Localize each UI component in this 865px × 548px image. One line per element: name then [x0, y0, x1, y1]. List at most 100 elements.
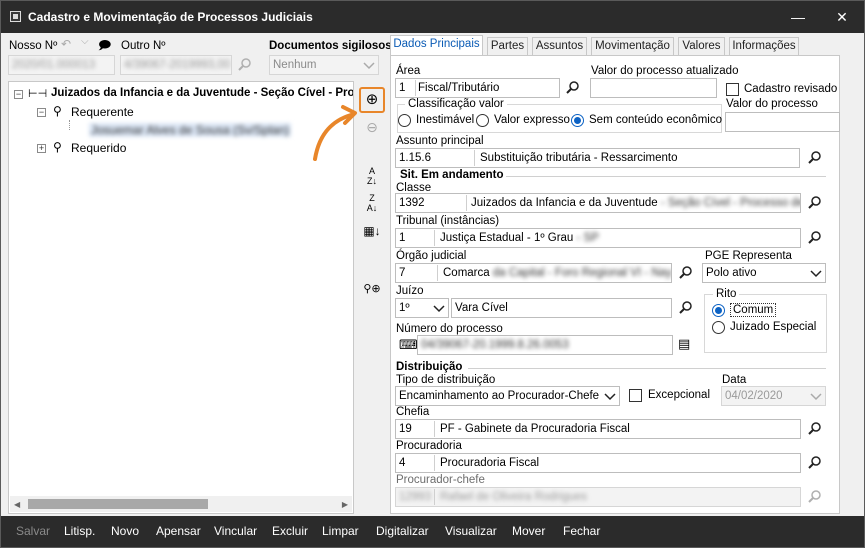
juizo-name-input[interactable]: Vara Cível: [451, 298, 672, 318]
docs-sigilosos-select[interactable]: Nenhum: [269, 55, 379, 75]
tab-assuntos[interactable]: Assuntos: [532, 37, 587, 55]
bottom-toolbar: Salvar Litisp. Novo Apensar Vincular Exc…: [1, 516, 864, 547]
assunto-input[interactable]: 1.15.6 Substituição tributária - Ressarc…: [395, 148, 800, 168]
search-outro-icon[interactable]: [237, 57, 253, 73]
chefia-input[interactable]: 19 PF - Gabinete da Procuradoria Fiscal: [395, 419, 801, 439]
tribunal-label: Tribunal (instâncias): [396, 215, 500, 227]
search-procuradoria-icon[interactable]: [807, 455, 823, 471]
procuradoria-input[interactable]: 4 Procuradoria Fiscal: [395, 453, 801, 473]
close-button[interactable]: ✕: [820, 1, 864, 33]
juizo-select[interactable]: 1º: [395, 298, 449, 318]
search-procurador-icon[interactable]: [807, 489, 823, 505]
tab-valores[interactable]: Valores: [678, 37, 725, 55]
novo-button[interactable]: Novo: [111, 524, 139, 538]
limpar-button[interactable]: Limpar: [322, 524, 359, 538]
mover-button[interactable]: Mover: [512, 524, 545, 538]
apensar-button[interactable]: Apensar: [156, 524, 201, 538]
scroll-right-icon[interactable]: ▶: [342, 500, 348, 509]
expand-requerido-icon[interactable]: +: [37, 144, 46, 153]
search-juizo-icon[interactable]: [678, 300, 694, 316]
add-party-icon[interactable]: ⚲⊕: [361, 279, 383, 299]
radio-rito-juizado[interactable]: [712, 321, 725, 334]
cadastro-revisado-label: Cadastro revisado: [744, 83, 838, 95]
litisp-button[interactable]: Litisp.: [64, 524, 95, 538]
tab-partes[interactable]: Partes: [487, 37, 528, 55]
tipo-distribuicao-label: Tipo de distribuição: [396, 374, 496, 386]
chevron-down-icon[interactable]: ⌵: [81, 36, 89, 47]
salvar-button[interactable]: Salvar: [16, 524, 50, 538]
visualizar-button[interactable]: Visualizar: [445, 524, 497, 538]
scroll-left-icon[interactable]: ◀: [14, 500, 20, 509]
excluir-button[interactable]: Excluir: [272, 524, 308, 538]
inestimavel-label: Inestimável: [416, 114, 475, 126]
minimize-button[interactable]: —: [776, 1, 820, 33]
cadastro-revisado-checkbox[interactable]: [726, 83, 739, 96]
classe-input[interactable]: 1392 Juizados da Infancia e da Juventude…: [395, 193, 801, 213]
sort-za-icon[interactable]: Z A↓: [361, 193, 383, 213]
tab-informacoes[interactable]: Informações: [729, 37, 799, 55]
tribunal-input[interactable]: 1 Justiça Estadual - 1º Grau - SP: [395, 228, 801, 248]
search-assunto-icon[interactable]: [807, 150, 823, 166]
tab-dados-principais[interactable]: Dados Principais: [390, 35, 483, 56]
valor-atualizado-input[interactable]: [590, 78, 717, 98]
outro-input[interactable]: 4/39067-2019993,00: [120, 55, 232, 75]
scrollbar-thumb[interactable]: [28, 499, 208, 509]
process-tree: − ⊢⊣ Juizados da Infancia e da Juventude…: [8, 81, 354, 514]
nosso-input[interactable]: 2020/01.000013: [8, 55, 115, 75]
collapse-root-icon[interactable]: −: [14, 90, 23, 99]
distribuicao-section: Distribuição: [396, 361, 463, 373]
digitalizar-button[interactable]: Digitalizar: [376, 524, 429, 538]
search-tribunal-icon[interactable]: [807, 230, 823, 246]
tree-requerente-node[interactable]: Requerente: [71, 105, 134, 119]
calendar-sort-icon[interactable]: ▦↓: [361, 221, 383, 241]
radio-valor-expresso[interactable]: [476, 114, 489, 127]
tree-root-node[interactable]: Juizados da Infancia e da Juventude - Se…: [51, 87, 353, 99]
procurador-chefe-label: Procurador-chefe: [396, 474, 485, 486]
sort-az-icon[interactable]: A Z↓: [361, 166, 383, 186]
comment-icon[interactable]: 🗩: [98, 36, 111, 57]
procurador-chefe-input[interactable]: 12993 Rafael de Oliveira Rodrigues: [395, 487, 801, 507]
tree-requerente-child[interactable]: Josuemar Alves de Sousa (Sv/Splan): [89, 123, 292, 137]
title-bar: Cadastro e Movimentação de Processos Jud…: [1, 1, 864, 33]
radio-sem-conteudo[interactable]: [571, 114, 584, 127]
vincular-button[interactable]: Vincular: [214, 524, 257, 538]
area-label: Área: [396, 65, 421, 77]
excepcional-checkbox[interactable]: [629, 389, 642, 402]
docs-sigilosos-label: Documentos sigilosos: [269, 40, 392, 52]
fechar-button[interactable]: Fechar: [563, 524, 600, 538]
annotation-arrow: [313, 105, 357, 161]
excepcional-label: Excepcional: [648, 389, 711, 401]
terminal-icon[interactable]: ⌨: [399, 337, 418, 353]
collapse-requerente-icon[interactable]: −: [37, 108, 46, 117]
search-orgao-icon[interactable]: [678, 265, 694, 281]
app-icon: [10, 11, 21, 22]
horizontal-scrollbar[interactable]: ◀ ▶: [10, 496, 352, 512]
search-chefia-icon[interactable]: [807, 421, 823, 437]
valor-processo-input[interactable]: [725, 112, 840, 132]
pge-label: PGE Representa: [705, 250, 792, 262]
radio-inestimavel[interactable]: [398, 114, 411, 127]
person-icon: ⚲: [53, 140, 62, 154]
tree-requerido-node[interactable]: Requerido: [71, 141, 126, 155]
search-classe-icon[interactable]: [807, 195, 823, 211]
barcode-icon[interactable]: ▤: [678, 336, 690, 352]
juizo-label: Juízo: [396, 285, 424, 297]
window-title: Cadastro e Movimentação de Processos Jud…: [28, 10, 313, 24]
section-divider: [506, 176, 826, 177]
tab-movimentacao[interactable]: Movimentação: [591, 37, 674, 55]
tree-connector: [69, 120, 70, 130]
rito-label: Rito: [713, 288, 740, 300]
orgao-input[interactable]: 7 Comarca da Capital - Foro Regional VI …: [395, 263, 672, 283]
procuradoria-label: Procuradoria: [396, 440, 462, 452]
undo-icon[interactable]: ↶: [61, 37, 71, 51]
search-area-icon[interactable]: [565, 80, 581, 96]
rito-comum-label: Comum: [730, 303, 777, 317]
pge-select[interactable]: Polo ativo: [702, 263, 826, 283]
tipo-distribuicao-select[interactable]: Encaminhamento ao Procurador-Chefe: [395, 386, 620, 406]
numero-input[interactable]: 04/39067-20.1999.8.26.0053: [417, 335, 673, 355]
data-picker[interactable]: 04/02/2020: [721, 386, 826, 406]
area-input[interactable]: 1 Fiscal/Tributário: [395, 78, 560, 98]
rito-juizado-label: Juizado Especial: [730, 321, 817, 333]
person-icon: ⚲: [53, 104, 62, 118]
radio-rito-comum[interactable]: [712, 304, 725, 317]
